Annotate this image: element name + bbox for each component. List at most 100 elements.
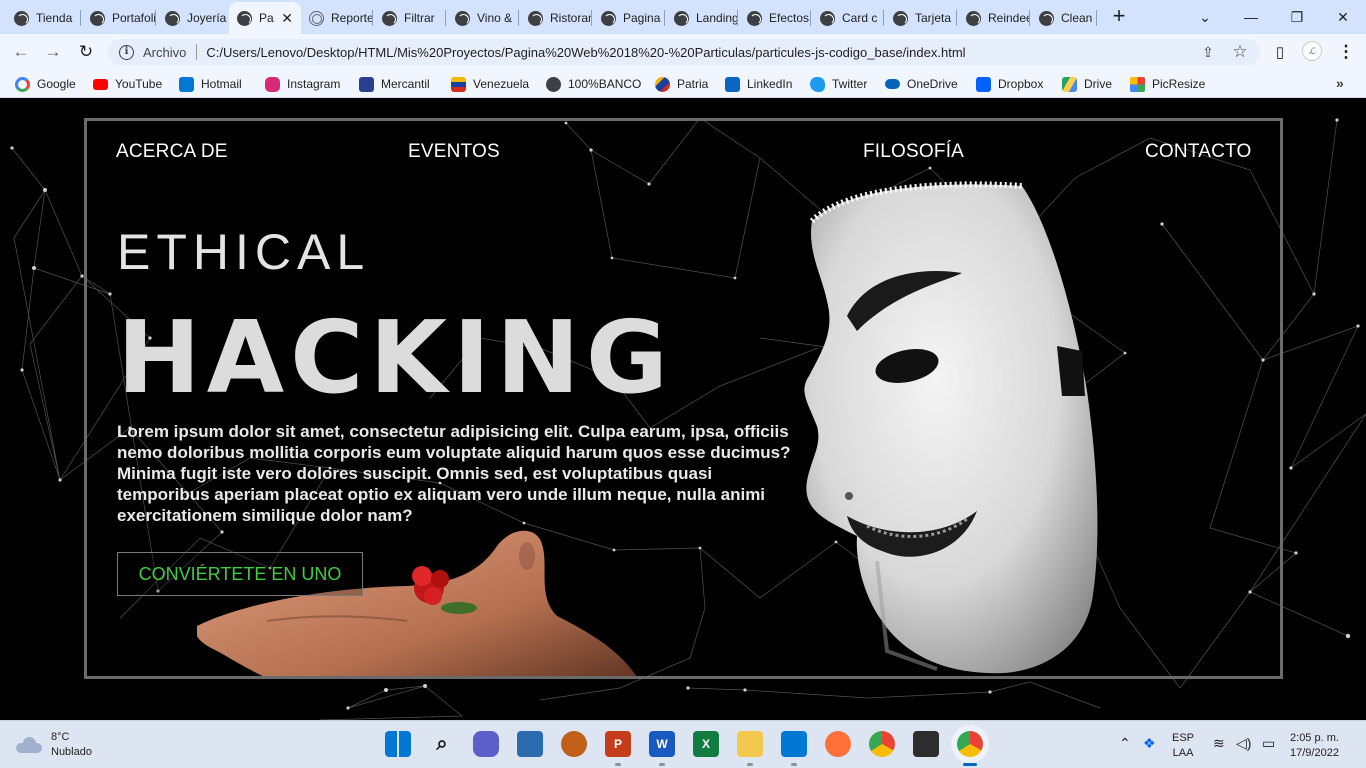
- terminal-icon[interactable]: [913, 731, 939, 757]
- browser-tab[interactable]: Reindeer: [958, 4, 1030, 32]
- excel-icon[interactable]: X: [693, 731, 719, 757]
- bookmark-label: Google: [37, 77, 76, 91]
- firefox-icon[interactable]: [825, 731, 851, 757]
- browser-tab[interactable]: Ristorante: [520, 4, 592, 32]
- outlook-icon: [179, 76, 194, 92]
- browser-tab[interactable]: Portafolio: [82, 4, 156, 32]
- windows-start-icon[interactable]: [385, 731, 411, 757]
- bookmark-instagram[interactable]: Instagram: [265, 76, 340, 92]
- battery-icon[interactable]: ▭: [1262, 735, 1275, 752]
- powerpoint-icon[interactable]: P: [605, 731, 631, 757]
- bookmark-onedrive[interactable]: OneDrive: [885, 76, 958, 92]
- chrome-icon[interactable]: [869, 731, 895, 757]
- browser-tab[interactable]: Card c: [812, 4, 884, 32]
- bookmark-youtube[interactable]: YouTube: [93, 76, 162, 92]
- bookmark-drive[interactable]: Drive: [1062, 76, 1112, 92]
- browser-tab[interactable]: Tienda: [6, 4, 81, 32]
- tab-title: Pa: [259, 11, 274, 25]
- bookmark-100banco[interactable]: 100%BANCO: [546, 76, 641, 92]
- browser-tab[interactable]: Clean: [1031, 4, 1097, 32]
- word-icon[interactable]: W: [649, 731, 675, 757]
- nav-link-about[interactable]: ACERCA DE: [116, 141, 228, 163]
- bookmark-patria[interactable]: Patria: [655, 76, 708, 92]
- bookmark-hotmail[interactable]: Hotmail: [179, 76, 242, 92]
- nav-link-events[interactable]: EVENTOS: [408, 141, 500, 163]
- tab-separator: [155, 10, 156, 26]
- sidebar-icon[interactable]: ▯: [1268, 40, 1292, 64]
- bookmark-label: Drive: [1084, 77, 1113, 91]
- tab-search-icon[interactable]: ⌄: [1182, 0, 1228, 34]
- browser-tab[interactable]: Joyería: [157, 4, 229, 32]
- bookmark-twitter[interactable]: Twitter: [810, 76, 867, 92]
- nav-link-philosophy[interactable]: FILOSOFÍA: [863, 141, 964, 163]
- bookmark-dropbox[interactable]: Dropbox: [976, 76, 1043, 92]
- forward-button[interactable]: →: [41, 40, 65, 64]
- reload-button[interactable]: ↻: [74, 40, 98, 64]
- bookmark-google[interactable]: Google: [15, 76, 76, 92]
- keyboard-layout: LAA: [1172, 747, 1194, 759]
- bookmark-venezuela[interactable]: Venezuela: [451, 76, 529, 92]
- browser-tab[interactable]: Filtrar: [374, 4, 446, 32]
- chrome-profile-icon[interactable]: [957, 731, 983, 757]
- drive-icon: [1062, 76, 1077, 92]
- back-button[interactable]: ←: [9, 40, 33, 64]
- bookmark-mercantil[interactable]: Mercantil: [359, 76, 430, 92]
- bookmark-star-icon[interactable]: ☆: [1228, 39, 1252, 65]
- globe-icon: [747, 10, 762, 26]
- tab-separator: [956, 10, 957, 26]
- running-indicator: [747, 763, 753, 766]
- clock-time: 2:05 p. m.: [1290, 732, 1339, 744]
- browser-tab-active[interactable]: Pa ✕: [229, 2, 301, 34]
- globe-icon: [165, 10, 180, 26]
- nav-link-contact[interactable]: CONTACTO: [1145, 141, 1251, 163]
- bookmark-linkedin[interactable]: LinkedIn: [725, 76, 792, 92]
- app-icon[interactable]: [561, 731, 587, 757]
- address-url[interactable]: C:/Users/Lenovo/Desktop/HTML/Mis%20Proye…: [206, 45, 965, 60]
- tab-separator: [883, 10, 884, 26]
- volume-icon[interactable]: ◁): [1236, 735, 1251, 752]
- weather-widget[interactable]: 8°C Nublado: [16, 730, 92, 760]
- close-window-button[interactable]: ✕: [1320, 0, 1366, 34]
- weather-condition: Nublado: [51, 746, 92, 758]
- info-icon[interactable]: i: [119, 44, 134, 60]
- clock[interactable]: 2:05 p. m. 17/9/2022: [1290, 731, 1339, 761]
- dropbox-tray-icon[interactable]: ❖: [1143, 735, 1156, 752]
- new-tab-button[interactable]: +: [1108, 5, 1130, 28]
- globe-icon: [90, 10, 105, 26]
- browser-tab[interactable]: Landing: [666, 4, 738, 32]
- teams-chat-icon[interactable]: [473, 731, 499, 757]
- photos-icon[interactable]: [517, 731, 543, 757]
- tab-separator: [445, 10, 446, 26]
- address-bar[interactable]: i Archivo C:/Users/Lenovo/Desktop/HTML/M…: [108, 39, 1260, 65]
- bookmarks-overflow-button[interactable]: »: [1336, 75, 1344, 91]
- cta-button[interactable]: CONVIÉRTETE EN UNO: [117, 552, 363, 596]
- bookmarks-bar: Google YouTube Hotmail Instagram Mercant…: [0, 70, 1366, 98]
- tray-overflow-chevron-icon[interactable]: ⌃: [1119, 735, 1131, 752]
- running-indicator: [659, 763, 665, 766]
- maximize-button[interactable]: ❐: [1274, 0, 1320, 34]
- share-icon[interactable]: ⇪: [1196, 39, 1220, 65]
- profile-avatar[interactable]: ℒ: [1302, 41, 1322, 61]
- file-explorer-icon[interactable]: [737, 731, 763, 757]
- language-code: ESP: [1172, 732, 1195, 744]
- running-indicator: [791, 763, 797, 766]
- browser-tab[interactable]: Reportes: [301, 4, 373, 32]
- browser-tab[interactable]: Vino &: [447, 4, 519, 32]
- language-indicator[interactable]: ESP LAA: [1172, 731, 1194, 761]
- search-icon[interactable]: ⌕: [429, 731, 455, 757]
- wifi-icon[interactable]: ≋: [1213, 735, 1225, 752]
- vscode-icon[interactable]: [781, 731, 807, 757]
- bookmark-picresize[interactable]: PicResize: [1130, 76, 1205, 92]
- picresize-icon: [1130, 76, 1145, 92]
- close-tab-icon[interactable]: ✕: [281, 10, 293, 26]
- minimize-button[interactable]: —: [1228, 0, 1274, 34]
- globe-icon: [14, 10, 29, 26]
- browser-tab[interactable]: Tarjeta: [885, 4, 957, 32]
- tab-separator: [372, 10, 373, 26]
- bookmark-label: Mercantil: [381, 77, 430, 91]
- venezuela-icon: [451, 76, 466, 92]
- browser-tab[interactable]: Efectos: [739, 4, 811, 32]
- browser-tab[interactable]: Pagina: [593, 4, 665, 32]
- menu-icon[interactable]: ⋮: [1334, 40, 1358, 64]
- twitter-icon: [810, 76, 825, 92]
